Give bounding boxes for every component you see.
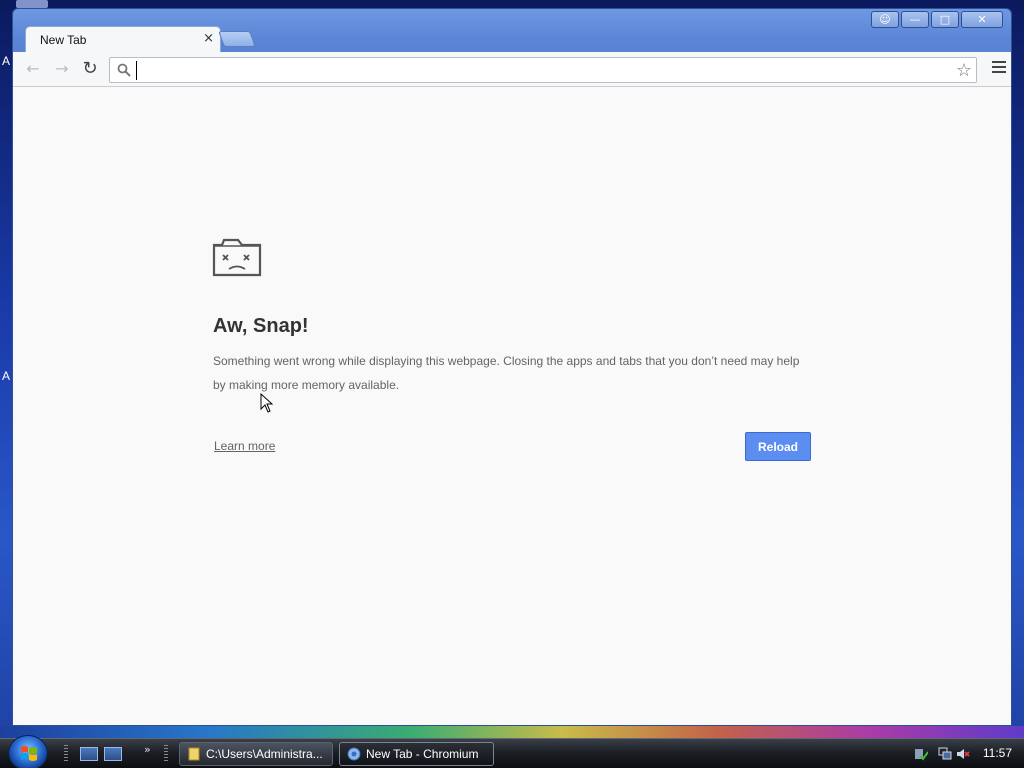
tab-new-tab[interactable]: New Tab × (25, 26, 221, 52)
back-arrow-icon[interactable]: ← (22, 59, 44, 79)
browser-window: ☺ — □ ✕ New Tab × ← → ↻ ☆ Aw, Snap! Some… (12, 8, 1012, 726)
toolbar: ← → ↻ ☆ (13, 52, 1011, 87)
desktop-icon[interactable] (16, 0, 48, 8)
error-title: Aw, Snap! (213, 315, 309, 337)
taskbar: » C:\Users\Administra... New Tab - Chrom… (0, 735, 1024, 768)
forward-arrow-icon[interactable]: → (51, 59, 73, 79)
omnibox[interactable]: ☆ (109, 57, 977, 83)
tab-close-icon[interactable]: × (203, 31, 214, 46)
new-tab-button[interactable] (218, 31, 256, 47)
network-icon[interactable] (938, 747, 952, 761)
folder-icon (188, 747, 200, 761)
page-content: Aw, Snap! Something went wrong while dis… (13, 87, 1011, 725)
volume-muted-icon[interactable] (956, 747, 970, 761)
start-button[interactable] (8, 735, 48, 768)
address-input[interactable] (136, 61, 946, 80)
learn-more-link[interactable]: Learn more (214, 439, 275, 453)
taskbar-button-label: C:\Users\Administra... (206, 747, 323, 761)
show-desktop-icon[interactable] (80, 747, 98, 761)
close-window-button[interactable]: ✕ (961, 11, 1003, 28)
minimize-button[interactable]: — (901, 11, 929, 28)
taskbar-button-label: New Tab - Chromium (366, 747, 479, 761)
reload-button[interactable]: Reload (745, 432, 811, 461)
windows-flag-icon (21, 746, 37, 761)
profile-button[interactable]: ☺ (871, 11, 899, 28)
taskbar-clock[interactable]: 11:57 (983, 746, 1012, 760)
maximize-button[interactable]: □ (931, 11, 959, 28)
reload-icon[interactable]: ↻ (79, 59, 101, 79)
taskbar-grip[interactable] (64, 745, 68, 763)
desktop-edge-text: A (2, 369, 11, 383)
security-check-icon[interactable] (914, 747, 928, 761)
search-icon (117, 63, 131, 77)
taskbar-button-explorer[interactable]: C:\Users\Administra... (179, 742, 333, 766)
mouse-cursor-icon (260, 393, 274, 413)
taskbar-button-chromium[interactable]: New Tab - Chromium (339, 742, 494, 766)
sad-tab-icon (212, 238, 262, 277)
switch-windows-icon[interactable] (104, 747, 122, 761)
window-caption-buttons: ☺ — □ ✕ (871, 11, 1003, 28)
quick-launch-more-icon[interactable]: » (144, 743, 151, 756)
error-message: Something went wrong while displaying th… (213, 354, 800, 392)
taskbar-grip[interactable] (164, 745, 168, 763)
desktop-wallpaper-strip (0, 726, 1024, 738)
desktop-edge-text: A (2, 54, 11, 68)
tab-title: New Tab (40, 33, 87, 47)
menu-icon[interactable] (992, 61, 1006, 76)
chromium-icon (347, 747, 361, 761)
system-tray: 11:57 (914, 739, 1024, 768)
bookmark-star-icon[interactable]: ☆ (956, 60, 972, 81)
